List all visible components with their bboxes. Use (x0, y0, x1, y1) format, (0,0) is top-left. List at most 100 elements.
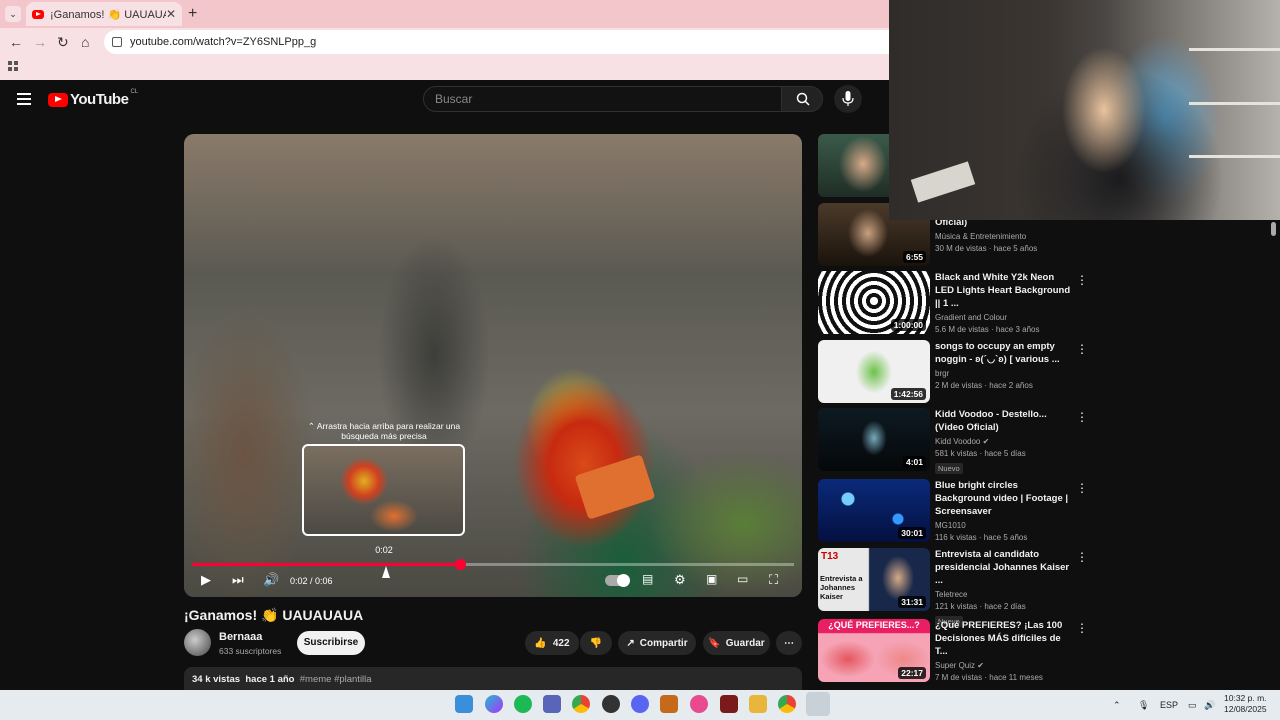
video-thumbnail[interactable]: ¿QUÉ PREFIERES...? 22:17 (818, 619, 930, 682)
more-actions-button[interactable]: ⋯ (776, 631, 802, 655)
menu-icon[interactable] (17, 93, 31, 108)
volume-icon[interactable]: 🔊 (263, 572, 279, 588)
video-frame (184, 134, 802, 597)
search-input[interactable] (423, 86, 782, 112)
apps-grid-icon[interactable] (8, 61, 18, 71)
video-title[interactable]: Black and White Y2k Neon LED Lights Hear… (935, 271, 1075, 310)
more-vert-icon[interactable]: ⋮ (1076, 621, 1088, 635)
new-tab-button[interactable]: + (188, 5, 197, 23)
desk-device (910, 161, 976, 203)
video-title[interactable]: Blue bright circles Background video | F… (935, 479, 1075, 518)
shelf (1189, 48, 1280, 51)
miniplayer-icon[interactable]: ▣ (706, 572, 717, 586)
search-button[interactable] (781, 86, 823, 112)
video-thumbnail[interactable]: 1:00:00 (818, 271, 930, 334)
voice-search-button[interactable] (834, 85, 862, 113)
copilot-icon[interactable] (485, 695, 503, 713)
share-button[interactable]: ↗ Compartir (618, 631, 696, 655)
browser-tab-active[interactable]: ¡Ganamos! 👏 UAUAUAUA - YouTube ✕ (26, 2, 182, 26)
video-thumbnail[interactable]: 1:42:56 (818, 340, 930, 403)
forward-icon[interactable]: → (33, 34, 47, 50)
reload-icon[interactable]: ↻ (57, 34, 69, 51)
progress-scrubber[interactable] (454, 559, 466, 570)
language-indicator[interactable]: ESP (1160, 700, 1178, 710)
sidebar-video-item[interactable]: ¿QUÉ PREFIERES...? 22:17 ¿Qué PREFIERES? ¡… (818, 619, 1088, 683)
video-title[interactable]: songs to occupy an empty noggin - ʚ(´◡`ʚ… (935, 340, 1075, 366)
obs-icon[interactable] (602, 695, 620, 713)
more-vert-icon[interactable]: ⋮ (1076, 481, 1088, 495)
system-clock[interactable]: 10:32 p. m. 12/08/2025 (1224, 693, 1267, 715)
network-icon[interactable]: ▭ (1188, 700, 1197, 711)
settings-gear-icon[interactable]: ⚙ (674, 572, 686, 588)
share-icon: ↗ (626, 637, 635, 649)
dislike-button[interactable]: 👎 (580, 631, 612, 655)
video-channel[interactable]: Kidd Voodoo ✔ (935, 437, 1075, 446)
windows-start-icon[interactable] (455, 695, 473, 713)
video-meta: Kidd Voodoo - Destello... (Video Oficial… (935, 408, 1075, 476)
video-stats: 7 M de vistas · hace 11 meses (935, 673, 1043, 682)
sidebar-video-item[interactable]: 1:42:56 songs to occupy an empty noggin -… (818, 340, 1088, 404)
more-vert-icon[interactable]: ⋮ (1076, 342, 1088, 356)
home-icon[interactable]: ⌂ (81, 34, 89, 50)
file-explorer-icon[interactable] (749, 695, 767, 713)
video-thumbnail[interactable]: T13 Entrevista a Johannes Kaiser 31:31 (818, 548, 930, 611)
search-icon (796, 92, 810, 106)
like-button[interactable]: 👍 422 (525, 631, 579, 655)
microphone-tray-icon[interactable]: 🎙 (1138, 700, 1149, 711)
sidebar-video-item[interactable]: 1:00:00 Black and White Y2k Neon LED Ligh… (818, 271, 1088, 335)
more-vert-icon[interactable]: ⋮ (1076, 273, 1088, 287)
channel-avatar[interactable] (184, 629, 211, 656)
chrome-icon[interactable] (572, 695, 590, 713)
save-button[interactable]: 🔖 Guardar (703, 631, 770, 655)
address-bar[interactable]: youtube.com/watch?v=ZY6SNLPpp_g (104, 30, 889, 54)
tray-chevron-icon[interactable]: ⌃ (1113, 700, 1121, 711)
tab-search-icon[interactable]: ⌄ (5, 6, 21, 22)
app-icon[interactable] (543, 695, 561, 713)
video-channel[interactable]: Música & Entretenimiento (935, 232, 1075, 241)
steam-icon[interactable] (806, 692, 830, 716)
scrollbar-thumb[interactable] (1271, 222, 1276, 236)
fullscreen-icon[interactable]: ⛶ (769, 572, 778, 588)
spotify-icon[interactable] (514, 695, 532, 713)
video-duration: 30:01 (898, 527, 926, 539)
sidebar-video-item[interactable]: 30:01 Blue bright circles Background vide… (818, 479, 1088, 543)
autoplay-toggle[interactable] (605, 574, 630, 587)
progress-played (192, 563, 460, 566)
video-player[interactable]: ⌃ Arrastra hacia arriba para realizar un… (184, 134, 802, 597)
video-thumbnail[interactable]: 30:01 (818, 479, 930, 542)
app-icon[interactable] (660, 695, 678, 713)
video-channel[interactable]: Super Quiz ✔ (935, 661, 1075, 670)
video-channel[interactable]: Teletrece (935, 590, 1075, 599)
video-channel[interactable]: brgr (935, 369, 1075, 378)
back-icon[interactable]: ← (9, 34, 23, 50)
theater-mode-icon[interactable]: ▭ (737, 572, 748, 586)
hashtags[interactable]: #meme #plantilla (300, 674, 372, 685)
app-icon[interactable] (690, 695, 708, 713)
subscribe-button[interactable]: Suscribirse (297, 631, 365, 655)
site-info-icon[interactable] (112, 37, 122, 47)
subtitles-icon[interactable]: ▤ (642, 572, 653, 586)
app-icon[interactable] (720, 695, 738, 713)
progress-bar[interactable] (192, 559, 794, 570)
video-duration: 1:42:56 (890, 388, 926, 400)
play-icon[interactable]: ▶ (201, 572, 211, 588)
video-channel[interactable]: Gradient and Colour (935, 313, 1075, 322)
video-channel[interactable]: MG1010 (935, 521, 1075, 530)
chrome-icon[interactable] (778, 695, 796, 713)
sidebar-video-item[interactable]: T13 Entrevista a Johannes Kaiser 31:31 Entr… (818, 548, 1088, 627)
video-title[interactable]: Kidd Voodoo - Destello... (Video Oficial… (935, 408, 1075, 434)
page-scrollbar[interactable] (1271, 220, 1277, 690)
more-vert-icon[interactable]: ⋮ (1076, 550, 1088, 564)
video-title[interactable]: ¿Qué PREFIERES? ¡Las 100 Decisiones MÁS … (935, 619, 1075, 658)
video-thumbnail[interactable]: 4:01 (818, 408, 930, 471)
tab-close-icon[interactable]: ✕ (166, 7, 176, 21)
more-vert-icon[interactable]: ⋮ (1076, 410, 1088, 424)
discord-icon[interactable] (631, 695, 649, 713)
youtube-logo[interactable]: YouTube CL (48, 89, 138, 108)
volume-tray-icon[interactable]: 🔊 (1204, 700, 1215, 711)
next-icon[interactable]: ⏭ (232, 572, 244, 588)
sidebar-video-item[interactable]: 4:01 Kidd Voodoo - Destello... (Video Ofi… (818, 408, 1088, 474)
channel-name[interactable]: Bernaaa (219, 631, 262, 643)
shelf (1189, 102, 1280, 105)
video-title[interactable]: Entrevista al candidato presidencial Joh… (935, 548, 1075, 587)
